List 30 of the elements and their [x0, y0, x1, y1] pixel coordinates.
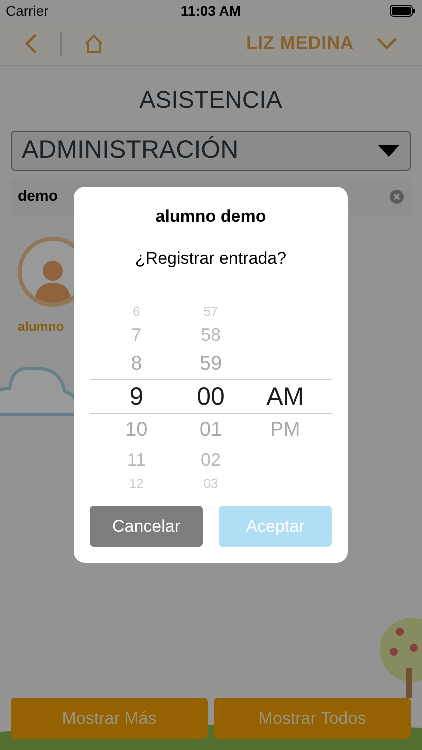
home-icon[interactable] [84, 34, 104, 54]
picker-option[interactable]: 01 [200, 420, 222, 440]
footer-button[interactable]: Mostrar Más [11, 698, 208, 739]
page-title: ASISTENCIA [140, 86, 282, 116]
picker-option[interactable]: 11 [127, 450, 146, 468]
dialog-button[interactable]: Cancelar [90, 506, 203, 547]
picker-option[interactable]: 00 [197, 384, 225, 410]
clock: 11:03 AM [180, 2, 242, 20]
picker-option[interactable]: AM [266, 384, 304, 410]
picker-option[interactable]: PM [270, 420, 300, 440]
picker-option[interactable]: 8 [131, 354, 142, 374]
footer-button[interactable]: Mostrar Todos [214, 698, 411, 739]
chevron-down-icon[interactable] [376, 36, 398, 50]
dialog-title: alumno demo [156, 206, 266, 228]
picker-option[interactable]: 59 [200, 354, 222, 374]
picker-option[interactable]: 58 [200, 326, 221, 344]
carrier-label: Carrier [6, 2, 50, 20]
department-dropdown[interactable]: ADMINISTRACIÓN [11, 131, 411, 171]
clear-icon[interactable] [390, 190, 404, 204]
picker-option[interactable]: 7 [132, 326, 142, 344]
user-name[interactable]: LIZ MEDINA [246, 30, 354, 57]
picker-option[interactable]: 02 [200, 450, 221, 468]
picker-option[interactable]: 9 [130, 384, 144, 410]
dialog-button[interactable]: Aceptar [219, 506, 332, 547]
student-name[interactable]: alumno [18, 317, 64, 336]
back-icon[interactable] [24, 32, 38, 54]
dropdown-arrow-icon [378, 145, 400, 157]
dialog-message: ¿Registrar entrada? [135, 248, 287, 270]
battery-icon [390, 5, 416, 17]
picker-option[interactable]: 10 [126, 420, 148, 440]
